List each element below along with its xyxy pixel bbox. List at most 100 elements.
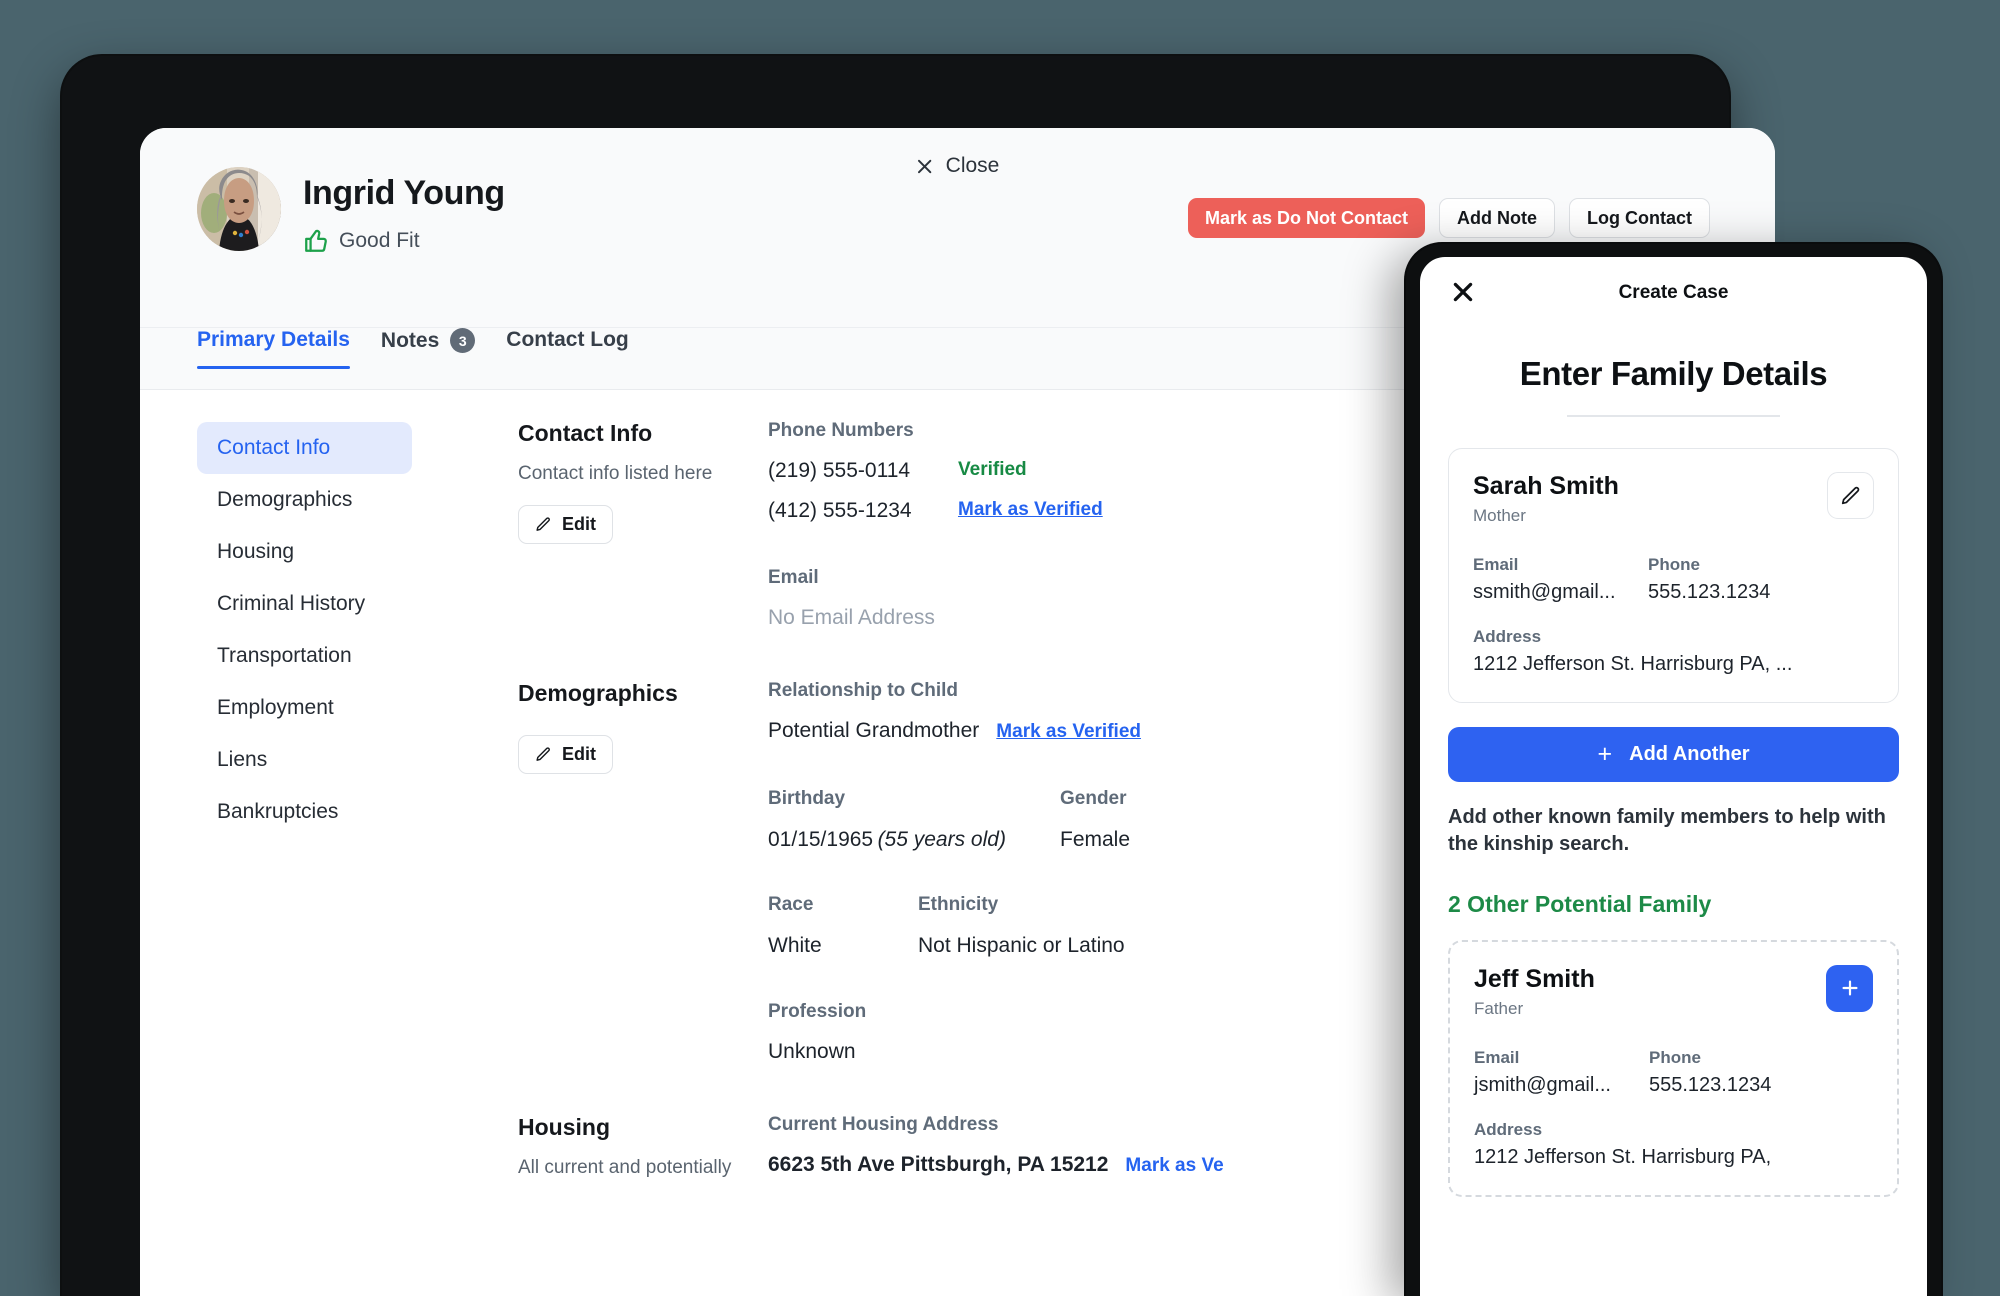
birthday-label: Birthday [768,788,1060,810]
modal-heading: Enter Family Details [1420,355,1927,393]
mark-as-verified-link[interactable]: Mark as Ve [1125,1155,1223,1177]
tab-contact-log[interactable]: Contact Log [506,328,628,369]
potential-member-contact: Email jsmith@gmail... Phone 555.123.1234 [1474,1048,1873,1097]
email-value: jsmith@gmail... [1474,1074,1649,1097]
pencil-icon [1840,485,1862,507]
fit-status: Good Fit [303,228,420,254]
email-value: ssmith@gmail... [1473,581,1648,604]
ethnicity-label: Ethnicity [918,894,998,916]
edit-family-member-button[interactable] [1827,472,1874,519]
create-case-modal: Create Case Enter Family Details Sarah S… [1420,257,1927,1296]
phone-number: (219) 555-0114 [768,459,910,482]
relationship-value: Potential Grandmother [768,719,979,743]
housing-meta: Housing All current and potentially [518,1114,768,1199]
address-label: Address [1473,627,1874,647]
status-badge: Verified [958,459,1027,480]
birthday-age: (55 years old) [878,828,1006,851]
gender-value: Female [1060,828,1130,851]
sidebar-item-liens[interactable]: Liens [197,734,412,786]
thumbs-up-icon [303,228,329,254]
modal-close-icon[interactable] [1450,279,1476,305]
add-note-button[interactable]: Add Note [1439,198,1555,238]
family-email: Email jsmith@gmail... [1474,1048,1649,1097]
divider [1567,415,1780,417]
screenshot-root: Ingrid Young Good Fit [0,0,2000,1296]
address-value: 1212 Jefferson St. Harrisburg PA, [1474,1146,1873,1169]
sidebar-item-employment[interactable]: Employment [197,682,412,734]
demographics-meta: Demographics Edit [518,680,768,1064]
modal-body: Sarah Smith Mother [1420,448,1927,1197]
section-title: Demographics [518,680,744,707]
sidebar-item-contact-info[interactable]: Contact Info [197,422,412,474]
sidebar-item-housing[interactable]: Housing [197,526,412,578]
phone-value: 555.123.1234 [1649,1074,1824,1097]
sidebar-item-transportation[interactable]: Transportation [197,630,412,682]
sidebar-item-bankruptcies[interactable]: Bankruptcies [197,786,412,838]
family-member-name: Jeff Smith [1474,965,1595,994]
potential-member-header: Jeff Smith Father [1474,965,1873,1019]
section-description: Contact info listed here [518,461,744,487]
housing-address-value: 6623 5th Ave Pittsburgh, PA 15212 [768,1153,1108,1177]
family-member-contact: Email ssmith@gmail... Phone 555.123.1234 [1473,555,1874,604]
modal-help-text: Add other known family members to help w… [1448,804,1899,858]
mark-as-verified-link[interactable]: Mark as Verified [958,499,1103,520]
fit-label: Good Fit [339,229,420,253]
phone-value: 555.123.1234 [1648,581,1823,604]
add-another-button[interactable]: + Add Another [1448,727,1899,782]
section-description: All current and potentially [518,1155,744,1181]
section-title: Contact Info [518,420,744,447]
edit-label: Edit [562,744,596,765]
avatar [197,167,281,251]
create-case-modal-frame: Create Case Enter Family Details Sarah S… [1406,244,1941,1296]
sidebar-item-demographics[interactable]: Demographics [197,474,412,526]
page-title: Ingrid Young [303,174,505,213]
tab-label: Contact Log [506,328,628,352]
mark-as-verified-link[interactable]: Mark as Verified [996,721,1141,743]
family-phone: Phone 555.123.1234 [1648,555,1823,604]
edit-contact-info-button[interactable]: Edit [518,505,613,544]
phone-number: (412) 555-1234 [768,499,912,522]
email-label: Email [1474,1048,1649,1068]
add-another-label: Add Another [1629,743,1749,766]
other-potential-family-heading: 2 Other Potential Family [1448,891,1899,918]
family-member-name: Sarah Smith [1473,472,1619,501]
breadcrumb: Create Case [1420,282,1927,304]
family-member-card: Sarah Smith Mother [1448,448,1899,703]
tab-label: Primary Details [197,328,350,352]
potential-family-member-card: Jeff Smith Father [1448,940,1899,1197]
close-button[interactable]: Close [916,154,1000,178]
notes-count-badge: 3 [450,328,475,353]
family-member-role: Mother [1473,506,1619,526]
family-email: Email ssmith@gmail... [1473,555,1648,604]
family-member-role: Father [1474,999,1595,1019]
family-member-header: Sarah Smith Mother [1473,472,1874,526]
section-title: Housing [518,1114,744,1141]
close-icon [916,158,933,175]
tab-notes[interactable]: Notes 3 [381,328,475,370]
email-label: Email [1473,555,1648,575]
phone-label: Phone [1648,555,1823,575]
pencil-icon [535,746,552,763]
pencil-icon [535,516,552,533]
tab-primary-details[interactable]: Primary Details [197,328,350,369]
add-family-member-button[interactable] [1826,965,1873,1012]
address-label: Address [1474,1120,1873,1140]
log-contact-button[interactable]: Log Contact [1569,198,1710,238]
gender-label: Gender [1060,788,1127,810]
tab-label: Notes [381,329,439,353]
header-actions: Mark as Do Not Contact Add Note Log Cont… [1188,198,1710,238]
edit-demographics-button[interactable]: Edit [518,735,613,774]
plus-icon: + [1598,742,1613,767]
edit-label: Edit [562,514,596,535]
modal-topbar: Create Case [1420,257,1927,329]
family-phone: Phone 555.123.1234 [1649,1048,1824,1097]
plus-icon [1839,977,1861,999]
birthday-value: 01/15/1965 [768,828,873,851]
ethnicity-value: Not Hispanic or Latino [918,934,1125,957]
family-address: Address 1212 Jefferson St. Harrisburg PA… [1474,1120,1873,1169]
race-label: Race [768,894,918,916]
mark-do-not-contact-button[interactable]: Mark as Do Not Contact [1188,198,1425,238]
family-address: Address 1212 Jefferson St. Harrisburg PA… [1473,627,1874,676]
sidebar-item-criminal-history[interactable]: Criminal History [197,578,412,630]
section-nav: Contact Info Demographics Housing Crimin… [197,422,412,838]
